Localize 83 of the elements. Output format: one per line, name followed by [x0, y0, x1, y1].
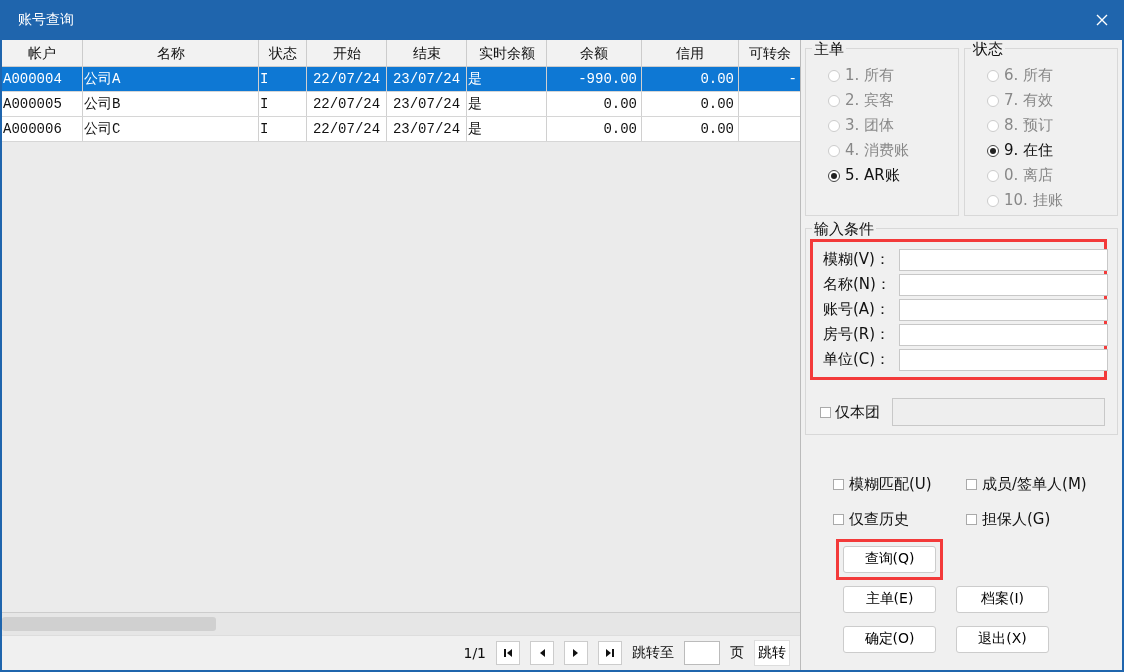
group-title: 状态: [971, 40, 1005, 59]
jump-button[interactable]: 跳转: [754, 640, 790, 666]
close-icon[interactable]: [1096, 14, 1108, 26]
checkbox[interactable]: [966, 479, 977, 490]
column-header[interactable]: 状态: [259, 40, 307, 66]
radio-label[interactable]: 9. 在住: [1004, 141, 1054, 160]
field-label: 模糊(V)：: [823, 250, 891, 269]
field-label: 单位(C)：: [823, 350, 892, 369]
table-cell: I: [260, 121, 269, 137]
field-label: 房号(R)：: [823, 325, 892, 344]
first-page-button[interactable]: [496, 641, 520, 665]
table-cell: 22/07/24: [312, 71, 381, 87]
last-icon: [605, 648, 615, 658]
field-label: 名称(N)：: [823, 275, 892, 294]
table-cell: A000006: [3, 121, 62, 137]
page-input[interactable]: [684, 641, 720, 665]
radio-label[interactable]: 5. AR账: [845, 166, 900, 185]
table-cell: 0.00: [700, 96, 734, 112]
radio-button[interactable]: [987, 144, 999, 157]
table-cell: 23/07/24: [392, 121, 461, 137]
scrollbar-thumb[interactable]: [2, 617, 216, 631]
last-page-button[interactable]: [598, 641, 622, 665]
column-header[interactable]: 实时余额: [467, 40, 547, 66]
table-cell: -: [788, 71, 797, 87]
page-indicator: 1/1: [463, 645, 486, 661]
radio-button[interactable]: [828, 169, 840, 182]
table-row[interactable]: A000006 公司C I 22/07/24 23/07/24 是 0.00 0.00: [2, 117, 800, 142]
table-row[interactable]: A000005 公司B I 22/07/24 23/07/24 是 0.00 0.00: [2, 92, 800, 117]
input-field[interactable]: [899, 348, 1108, 371]
input-field[interactable]: [899, 323, 1108, 346]
checkbox-label[interactable]: 仅本团: [835, 402, 880, 422]
table-cell: 22/07/24: [312, 96, 381, 112]
table-cell: 0.00: [700, 71, 734, 87]
column-header[interactable]: 余额: [547, 40, 642, 66]
table-cell: 公司A: [84, 71, 121, 87]
table-cell: I: [260, 71, 269, 87]
table-cell: 23/07/24: [392, 96, 461, 112]
table-cell: 0.00: [603, 96, 637, 112]
dialog-button[interactable]: 确定(O): [843, 625, 936, 653]
dialog-button[interactable]: 退出(X): [956, 625, 1049, 653]
column-header[interactable]: 信用: [642, 40, 739, 66]
dialog-button[interactable]: 查询(Q): [843, 545, 936, 573]
table-cell: 22/07/24: [312, 121, 381, 137]
next-page-button[interactable]: [564, 641, 588, 665]
column-header[interactable]: 名称: [83, 40, 259, 66]
table-cell: 0.00: [603, 121, 637, 137]
checkbox-label[interactable]: 成员/签单人(M): [982, 475, 1087, 494]
checkbox-label[interactable]: 模糊匹配(U): [849, 475, 932, 494]
table-cell: 是: [468, 96, 482, 112]
table-cell: I: [260, 96, 269, 112]
checkbox[interactable]: [966, 514, 977, 525]
window-title: 账号查询: [18, 11, 74, 29]
group-title: 输入条件: [812, 220, 876, 239]
table-cell: A000004: [3, 71, 62, 87]
page-unit: 页: [730, 644, 744, 662]
first-icon: [503, 648, 513, 658]
input-field[interactable]: [899, 273, 1108, 296]
table-cell: 0.00: [700, 121, 734, 137]
column-header[interactable]: 结束: [387, 40, 467, 66]
column-header[interactable]: 帐户: [2, 40, 83, 66]
table-row[interactable]: A000004 公司A I 22/07/24 23/07/24 是 -990.00 0.00 -: [2, 67, 800, 92]
input-field[interactable]: [899, 248, 1108, 271]
checkbox[interactable]: [833, 479, 844, 490]
table-cell: A000005: [3, 96, 62, 112]
dialog-button[interactable]: 主单(E): [843, 585, 936, 613]
column-header[interactable]: 开始: [307, 40, 387, 66]
table-cell: 是: [468, 71, 482, 87]
table-cell: 23/07/24: [392, 71, 461, 87]
checkbox-label[interactable]: 仅查历史: [849, 510, 909, 529]
checkbox-label[interactable]: 担保人(G): [982, 510, 1051, 529]
table-cell: 公司C: [84, 121, 121, 137]
checkbox[interactable]: [820, 406, 831, 418]
column-header[interactable]: 可转余: [739, 40, 800, 66]
input-field[interactable]: [899, 298, 1108, 321]
checkbox[interactable]: [833, 514, 844, 525]
table-cell: 公司B: [84, 96, 121, 112]
jump-label: 跳转至: [632, 644, 674, 662]
previous-page-button[interactable]: [530, 641, 554, 665]
field-label: 账号(A)：: [823, 300, 891, 319]
table-cell: -990.00: [578, 71, 637, 87]
group-title: 主单: [812, 40, 846, 59]
table-cell: 是: [468, 121, 482, 137]
dialog-button[interactable]: 档案(I): [956, 585, 1049, 613]
